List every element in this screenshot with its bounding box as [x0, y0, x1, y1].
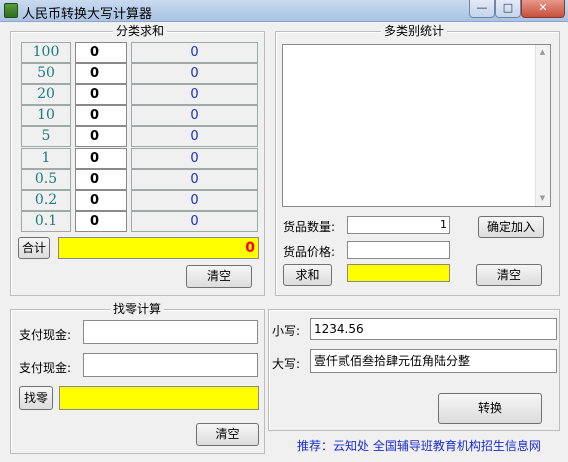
multi-group-title: 多类别统计: [381, 24, 448, 38]
scroll-down-icon[interactable]: ▼: [535, 194, 550, 202]
count-input[interactable]: 0: [75, 105, 127, 126]
denomination-cell: 10: [21, 105, 71, 126]
lowercase-input[interactable]: 1234.56: [310, 318, 557, 340]
denomination-cell: 50: [21, 63, 71, 84]
uppercase-label: 大写:: [272, 357, 301, 371]
change-value-field: [59, 386, 259, 410]
change-group-title: 找零计算: [110, 302, 165, 316]
subtotal-cell: 0: [131, 126, 258, 147]
count-input[interactable]: 0: [75, 190, 127, 211]
count-input[interactable]: 0: [75, 84, 127, 105]
pay-cash-label-1: 支付现金:: [19, 328, 72, 342]
price-label: 货品价格:: [283, 245, 336, 259]
convert-button[interactable]: 转换: [438, 393, 542, 424]
denomination-cell: 0.2: [21, 190, 71, 211]
total-button[interactable]: 合计: [18, 237, 50, 259]
item-list[interactable]: [282, 44, 551, 207]
quantity-input[interactable]: 1: [347, 216, 450, 234]
close-button[interactable]: ✕: [521, 0, 565, 18]
subtotal-cell: 0: [131, 84, 258, 105]
total-value-field: 0: [58, 237, 259, 259]
subtotal-cell: 0: [131, 190, 258, 211]
classify-clear-button[interactable]: 清空: [186, 265, 252, 288]
pay-cash-input-1[interactable]: [83, 320, 258, 344]
confirm-add-button[interactable]: 确定加入: [478, 216, 544, 238]
window-title: 人民币转换大写计算器: [22, 7, 153, 22]
pay-cash-input-2[interactable]: [83, 353, 258, 377]
multi-clear-button[interactable]: 清空: [476, 264, 542, 286]
denomination-cell: 5: [21, 126, 71, 147]
minimize-button[interactable]: —: [469, 0, 495, 18]
quantity-label: 货品数量:: [283, 220, 336, 234]
subtotal-cell: 0: [131, 148, 258, 169]
denomination-cell: 1: [21, 148, 71, 169]
subtotal-cell: 0: [131, 211, 258, 232]
sum-button[interactable]: 求和: [283, 264, 332, 286]
change-clear-button[interactable]: 清空: [196, 423, 259, 446]
count-input[interactable]: 0: [75, 148, 127, 169]
count-input[interactable]: 0: [75, 63, 127, 84]
classify-group-title: 分类求和: [113, 24, 168, 38]
count-input[interactable]: 0: [75, 126, 127, 147]
list-scrollbar[interactable]: [535, 45, 550, 206]
count-input[interactable]: 0: [75, 211, 127, 232]
scroll-up-icon[interactable]: ▲: [535, 48, 550, 56]
denomination-cell: 0.5: [21, 169, 71, 190]
change-button[interactable]: 找零: [19, 386, 53, 410]
denomination-cell: 0.1: [21, 211, 71, 232]
subtotal-cell: 0: [131, 42, 258, 63]
price-input[interactable]: [347, 241, 450, 259]
count-input[interactable]: 0: [75, 42, 127, 63]
maximize-button[interactable]: □: [495, 0, 521, 18]
footer-recommendation[interactable]: 推荐：云知处 全国辅导班教育机构招生信息网: [297, 437, 541, 454]
sum-value-field: [347, 264, 450, 282]
pay-cash-label-2: 支付现金:: [19, 361, 72, 375]
app-icon: [4, 3, 18, 18]
lowercase-label: 小写:: [272, 324, 301, 338]
uppercase-output[interactable]: 壹仟贰佰叁拾肆元伍角陆分整: [310, 349, 557, 373]
denomination-cell: 20: [21, 84, 71, 105]
denomination-cell: 100: [21, 42, 71, 63]
subtotal-cell: 0: [131, 63, 258, 84]
count-input[interactable]: 0: [75, 169, 127, 190]
subtotal-cell: 0: [131, 105, 258, 126]
subtotal-cell: 0: [131, 169, 258, 190]
